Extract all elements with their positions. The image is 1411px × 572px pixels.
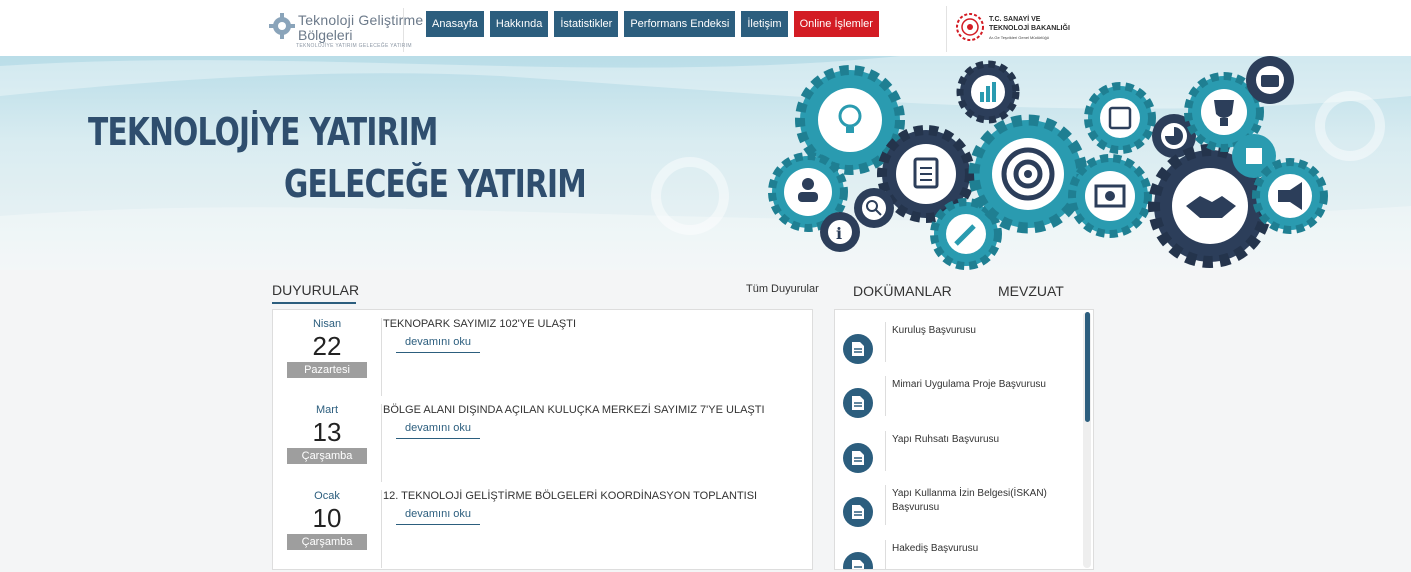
ministry-line1: T.C. SANAYİ VE [989, 16, 1041, 23]
nav-about[interactable]: Hakkında [489, 11, 549, 37]
document-item[interactable]: Kuruluş Başvurusu [835, 322, 1080, 378]
bar-chart-gear-icon [956, 60, 1020, 124]
divider [381, 490, 382, 568]
gears-graphic: i [768, 56, 1328, 270]
divider [381, 404, 382, 482]
svg-text:i: i [836, 224, 842, 243]
ministry-seal-icon [956, 13, 984, 41]
target-gear-icon [968, 114, 1088, 234]
document-label: Yapı Kullanma İzin Belgesi(İSKAN) Başvur… [892, 488, 1047, 513]
announcements-list: Nisan 22 Pazartesi TEKNOPARK SAYIMIZ 102… [272, 309, 813, 570]
announcement-item: Mart 13 Çarşamba BÖLGE ALANI DIŞINDA AÇI… [273, 404, 813, 490]
divider [885, 431, 886, 471]
ministry-line3: Ar-Ge Teşvikleri Genel Müdürlüğü [989, 35, 1049, 40]
read-more-link[interactable]: devamını oku [396, 336, 481, 353]
document-label: Yapı Ruhsatı Başvurusu [892, 434, 1000, 445]
announcement-day: 13 [312, 417, 342, 447]
logo-line2: Bölgeleri [298, 27, 353, 43]
announcement-weekday: Pazartesi [287, 362, 367, 378]
document-item[interactable]: Mimari Uygulama Proje Başvurusu [835, 376, 1080, 432]
announcement-weekday: Çarşamba [287, 534, 367, 550]
divider [885, 485, 886, 525]
document-item[interactable]: Yapı Ruhsatı Başvurusu [835, 431, 1080, 487]
document-icon [843, 388, 873, 418]
announcement-date: Ocak 10 Çarşamba [287, 490, 367, 550]
announcement-month: Nisan [312, 318, 342, 330]
announcement-title[interactable]: BÖLGE ALANI DIŞINDA AÇILAN KULUÇKA MERKE… [383, 404, 765, 416]
announcement-title[interactable]: TEKNOPARK SAYIMIZ 102'YE ULAŞTI [383, 318, 576, 330]
documents-list: Kuruluş Başvurusu Mimari Uygulama Proje … [834, 309, 1094, 570]
site-header: Teknoloji Geliştirme Bölgeleri TEKNOLOJİ… [0, 0, 1411, 56]
nav-contact[interactable]: İletişim [741, 11, 788, 37]
documents-scrollbar-thumb[interactable] [1085, 312, 1090, 422]
nav-performance-index[interactable]: Performans Endeksi [624, 11, 736, 37]
main-nav: Anasayfa Hakkında İstatistikler Performa… [426, 11, 879, 37]
document-label: Hakediş Başvurusu [892, 543, 979, 554]
gear-logo-icon [269, 13, 295, 39]
divider [885, 322, 886, 362]
document-label: Kuruluş Başvurusu [892, 325, 976, 336]
search-gear-icon [854, 188, 894, 228]
nav-online-services[interactable]: Online İşlemler [793, 11, 879, 37]
document-label: Mimari Uygulama Proje Başvurusu [892, 379, 1046, 390]
document-icon [843, 334, 873, 364]
site-logo[interactable]: Teknoloji Geliştirme Bölgeleri TEKNOLOJİ… [262, 8, 423, 52]
document-item[interactable]: Yapı Kullanma İzin Belgesi(İSKAN) Başvur… [835, 485, 1080, 541]
announcement-month: Mart [316, 404, 338, 416]
document-icon [843, 552, 873, 569]
logo-line1: Teknoloji Geliştirme [298, 12, 424, 28]
divider [885, 540, 886, 569]
announcement-date: Nisan 22 Pazartesi [287, 318, 367, 378]
nav-home[interactable]: Anasayfa [426, 11, 484, 37]
document-icon [843, 497, 873, 527]
announcement-weekday: Çarşamba [287, 448, 367, 464]
calendar-gear-icon [1084, 82, 1156, 154]
read-more-link[interactable]: devamını oku [396, 508, 481, 525]
divider [885, 376, 886, 416]
megaphone-gear-icon [1252, 158, 1328, 234]
announcements-title: DUYURULAR [272, 282, 360, 298]
announcement-day: 10 [312, 503, 342, 533]
info-gear-icon: i [820, 212, 860, 252]
announcement-title[interactable]: 12. TEKNOLOJİ GELİŞTİRME BÖLGELERİ KOORD… [383, 490, 757, 502]
all-announcements-link[interactable]: Tüm Duyurular [746, 283, 819, 295]
divider [381, 318, 382, 396]
nav-statistics[interactable]: İstatistikler [554, 11, 619, 37]
ministry-logo[interactable]: T.C. SANAYİ VE TEKNOLOJİ BAKANLIĞI Ar-Ge… [946, 6, 1096, 52]
document-icon [843, 443, 873, 473]
ministry-line2: TEKNOLOJİ BAKANLIĞI [989, 25, 1070, 32]
announcement-month: Ocak [314, 490, 340, 502]
announcement-day: 22 [312, 331, 342, 361]
announcement-date: Mart 13 Çarşamba [287, 404, 367, 464]
tab-documents[interactable]: DOKÜMANLAR [853, 283, 952, 299]
briefcase-gear-icon [1246, 56, 1294, 104]
announcement-item: Ocak 10 Çarşamba 12. TEKNOLOJİ GELİŞTİRM… [273, 490, 813, 572]
document-item[interactable]: Hakediş Başvurusu [835, 540, 1080, 569]
money-gear-icon [1068, 154, 1152, 238]
read-more-link[interactable]: devamını oku [396, 422, 481, 439]
announcement-item: Nisan 22 Pazartesi TEKNOPARK SAYIMIZ 102… [273, 318, 813, 404]
tab-legislation[interactable]: MEVZUAT [998, 283, 1064, 299]
announcements-title-underline [272, 302, 356, 304]
logo-tagline: TEKNOLOJİYE YATIRIM GELECEĞE YATIRIM [296, 43, 412, 49]
hero-banner: TEKNOLOJİYE YATIRIM GELECEĞE YATIRIM i [0, 56, 1411, 270]
